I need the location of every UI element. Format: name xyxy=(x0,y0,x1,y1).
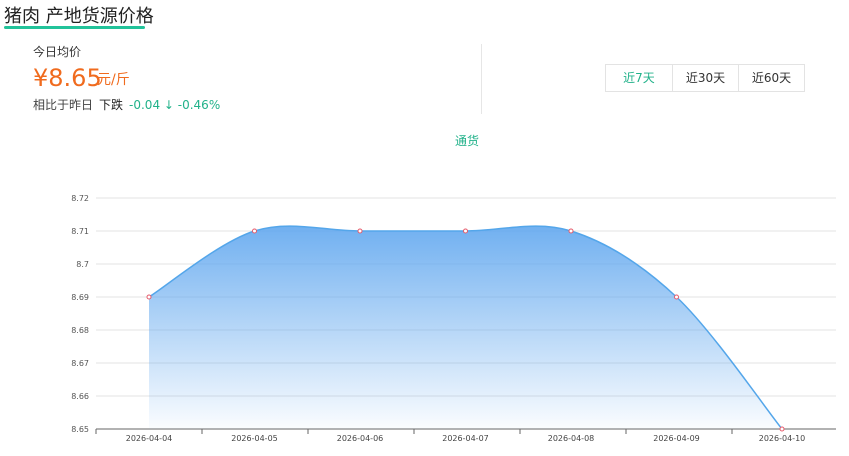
data-point-1 xyxy=(252,228,257,234)
data-point-6 xyxy=(779,426,785,432)
x-tick-label-0: 2026-04-04 xyxy=(126,434,173,443)
data-point-5 xyxy=(674,294,679,300)
y-tick-label-6: 8.66 xyxy=(71,392,89,401)
x-tick-label-4: 2026-04-08 xyxy=(548,434,595,443)
x-tick-label-2: 2026-04-06 xyxy=(337,434,384,443)
series-area xyxy=(149,226,782,429)
y-tick-label-4: 8.68 xyxy=(71,326,89,335)
data-point-3 xyxy=(463,228,468,234)
y-tick-label-7: 8.65 xyxy=(71,425,89,434)
x-tick-label-5: 2026-04-09 xyxy=(653,434,700,443)
data-point-2 xyxy=(357,228,363,234)
y-tick-label-0: 8.72 xyxy=(71,194,89,203)
data-point-0 xyxy=(146,294,152,300)
price-area-chart: 8.72 8.71 8.7 8.69 8.68 8.67 8.66 8.65 2026-04-0… xyxy=(71,194,836,443)
x-tick-label-1: 2026-04-05 xyxy=(231,434,278,443)
y-tick-label-1: 8.71 xyxy=(71,227,89,236)
x-tick-label-3: 2026-04-07 xyxy=(442,434,489,443)
y-tick-label-5: 8.67 xyxy=(71,359,89,368)
y-tick-label-2: 8.7 xyxy=(76,260,89,269)
data-point-4 xyxy=(568,228,574,234)
y-tick-label-3: 8.69 xyxy=(71,293,89,302)
x-tick-label-6: 2026-04-10 xyxy=(759,434,806,443)
